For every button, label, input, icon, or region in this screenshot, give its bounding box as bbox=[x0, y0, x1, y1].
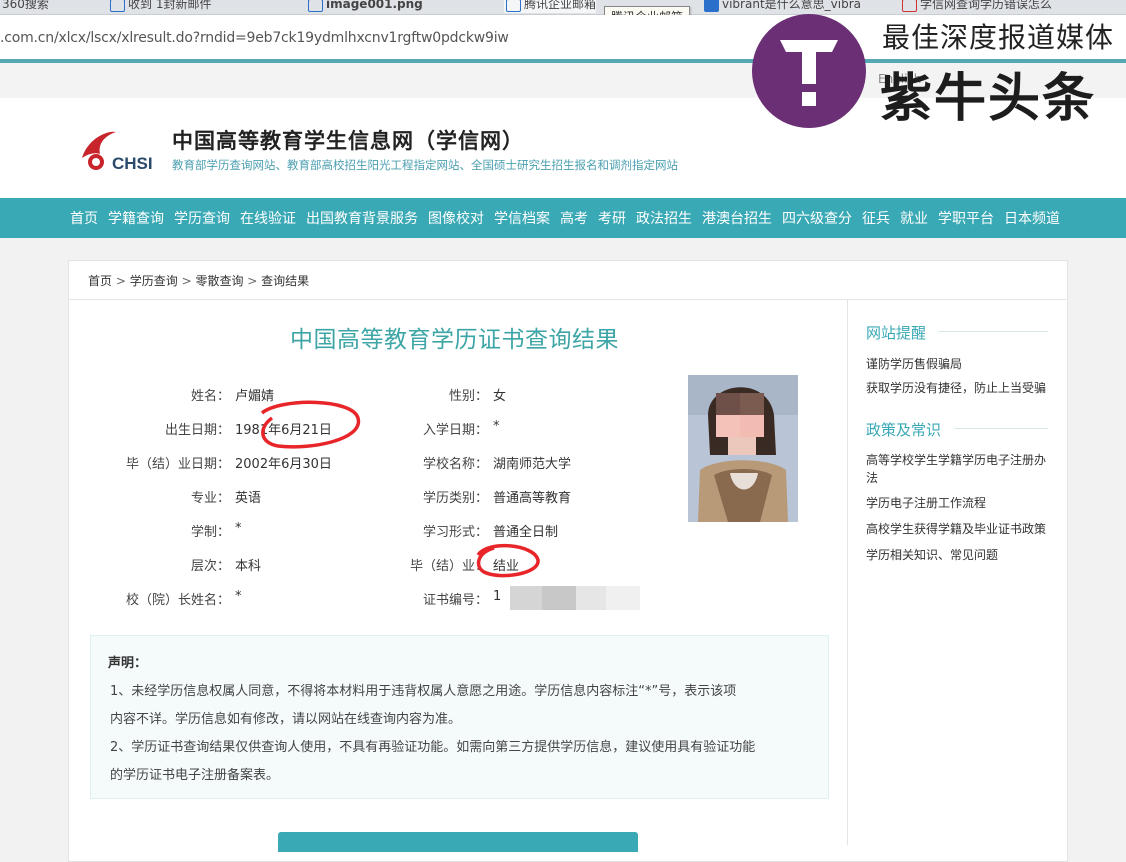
declaration-line: 1、未经学历信息权属人同意，不得将本材料用于违背权属人意愿之用途。学历信息内容标… bbox=[110, 684, 737, 699]
nav-item-japan[interactable]: 日本频道 bbox=[1004, 208, 1060, 228]
nav-item-law[interactable]: 政法招生 bbox=[636, 208, 692, 228]
redacted-certificate-number bbox=[510, 586, 640, 610]
declaration-title: 声明： bbox=[108, 656, 148, 671]
nav-item-photo[interactable]: 图像校对 bbox=[428, 208, 484, 228]
sidebar-link[interactable]: 获取学历没有捷径，防止上当受骗 bbox=[866, 379, 1046, 396]
field-label: 学制： bbox=[190, 525, 230, 540]
mail-icon bbox=[506, 0, 521, 12]
nav-item-career[interactable]: 学职平台 bbox=[938, 208, 994, 228]
browser-tab[interactable]: 学信网查询学历错误怎么 bbox=[900, 0, 1052, 13]
field-label: 学习形式： bbox=[422, 525, 488, 540]
breadcrumb-item[interactable]: 学历查询 bbox=[130, 274, 178, 288]
student-photo bbox=[688, 375, 798, 522]
sidebar-divider bbox=[847, 300, 848, 845]
field-label: 学校名称： bbox=[422, 457, 488, 472]
field-value: * bbox=[493, 419, 500, 434]
field-label: 学历类别： bbox=[422, 491, 488, 506]
field-label: 证书编号： bbox=[422, 593, 488, 608]
breadcrumb-separator: > bbox=[247, 274, 262, 288]
sidebar-link[interactable]: 学历电子注册工作流程 bbox=[866, 494, 986, 511]
field-value: 英语 bbox=[235, 491, 262, 506]
dictionary-icon bbox=[704, 0, 719, 12]
browser-tab-bar: 360搜索 收到 1封新邮件 image001.png 腾讯企业邮箱 vibra… bbox=[0, 0, 1126, 15]
nav-item-abroad[interactable]: 出国教育背景服务 bbox=[306, 208, 418, 228]
browser-tab[interactable]: 360搜索 bbox=[0, 0, 49, 13]
field-label: 姓名： bbox=[190, 389, 230, 404]
nav-item-cet[interactable]: 四六级查分 bbox=[782, 208, 852, 228]
nav-item-gaokao[interactable]: 高考 bbox=[560, 208, 588, 228]
field-value: 2002年6月30日 bbox=[235, 457, 332, 472]
declaration-line: 2、学历证书查询结果仅供查询人使用，不具有再验证功能。如需向第三方提供学历信息，… bbox=[110, 740, 756, 755]
site-title: 中国高等教育学生信息网（学信网） bbox=[172, 128, 524, 153]
action-button[interactable] bbox=[278, 832, 638, 852]
sidebar-link[interactable]: 高校学生获得学籍及毕业证书政策 bbox=[866, 520, 1046, 537]
browser-tab[interactable]: 收到 1封新邮件 bbox=[108, 0, 211, 13]
site-subtitle: 教育部学历查询网站、教育部高校招生阳光工程指定网站、全国硕士研究生招生报名和调剂… bbox=[172, 158, 678, 172]
divider bbox=[68, 299, 1066, 300]
breadcrumb-separator: > bbox=[115, 274, 130, 288]
sidebar-heading-policy: 政策及常识 bbox=[866, 421, 942, 439]
field-value: * bbox=[235, 521, 242, 536]
nav-item-home[interactable]: 首页 bbox=[70, 208, 98, 228]
nav-item-jobs[interactable]: 就业 bbox=[900, 208, 928, 228]
nav-item-archive[interactable]: 学信档案 bbox=[494, 208, 550, 228]
nav-item-kaoyan[interactable]: 考研 bbox=[598, 208, 626, 228]
nav-item-enrollment[interactable]: 学籍查询 bbox=[108, 208, 164, 228]
field-value: 湖南师范大学 bbox=[493, 457, 572, 472]
sidebar-link[interactable]: 法 bbox=[866, 469, 878, 486]
field-value: 普通全日制 bbox=[493, 525, 559, 540]
field-label: 入学日期： bbox=[422, 423, 488, 438]
sidebar-rule bbox=[954, 428, 1048, 429]
breadcrumb-separator: > bbox=[181, 274, 196, 288]
sidebar-rule bbox=[938, 331, 1048, 332]
field-label: 专业： bbox=[190, 491, 230, 506]
nav-item-verify[interactable]: 在线验证 bbox=[240, 208, 296, 228]
breadcrumb: 首页 > 学历查询 > 零散查询 > 查询结果 bbox=[88, 272, 309, 289]
field-label: 出生日期： bbox=[164, 423, 230, 438]
watermark-tagline: 最佳深度报道媒体 bbox=[882, 21, 1115, 54]
declaration-line: 内容不详。学历信息如有修改，请以网站在线查询内容为准。 bbox=[110, 712, 462, 727]
watermark-logo-icon bbox=[752, 14, 866, 128]
logo-text: CHSI bbox=[112, 154, 153, 173]
result-title: 中国高等教育学历证书查询结果 bbox=[290, 327, 619, 353]
url-text[interactable]: .com.cn/xlcx/lscx/xlresult.do?rndid=9eb7… bbox=[0, 30, 509, 46]
field-label: 校（院）长姓名： bbox=[125, 593, 230, 608]
field-label: 性别： bbox=[448, 389, 488, 404]
field-value: 女 bbox=[493, 389, 507, 404]
main-nav: 首页 学籍查询 学历查询 在线验证 出国教育背景服务 图像校对 学信档案 高考 … bbox=[0, 198, 1126, 238]
field-value: 1 bbox=[493, 589, 502, 604]
nav-item-hmt[interactable]: 港澳台招生 bbox=[702, 208, 772, 228]
breadcrumb-item[interactable]: 首页 bbox=[88, 274, 112, 288]
field-value: 1981年6月21日 bbox=[235, 423, 332, 438]
field-label: 层次： bbox=[190, 559, 230, 574]
site-icon bbox=[902, 0, 917, 12]
field-value: 结业 bbox=[493, 559, 520, 574]
image-icon bbox=[308, 0, 323, 12]
browser-tab[interactable]: image001.png bbox=[306, 0, 423, 13]
sidebar-link[interactable]: 高等学校学生学籍学历电子注册办 bbox=[866, 451, 1046, 468]
sidebar-heading-reminder: 网站提醒 bbox=[866, 324, 927, 342]
watermark-brand: 紫牛头条 bbox=[880, 69, 1097, 129]
field-value: 普通高等教育 bbox=[493, 491, 572, 506]
field-label: 毕（结）业日期： bbox=[125, 457, 230, 472]
sidebar-link[interactable]: 谨防学历售假骗局 bbox=[866, 355, 962, 372]
nav-item-army[interactable]: 征兵 bbox=[862, 208, 890, 228]
field-value: 本科 bbox=[235, 559, 262, 574]
browser-tab-active[interactable]: 腾讯企业邮箱 bbox=[504, 0, 597, 13]
breadcrumb-item: 查询结果 bbox=[261, 274, 310, 288]
mail-icon bbox=[110, 0, 125, 12]
watermark-ox-icon bbox=[780, 40, 838, 106]
nav-item-degree[interactable]: 学历查询 bbox=[174, 208, 230, 228]
browser-tab[interactable]: vibrant是什么意思_vibra bbox=[702, 0, 861, 13]
sidebar-link[interactable]: 学历相关知识、常见问题 bbox=[866, 546, 998, 563]
declaration-line: 的学历证书电子注册备案表。 bbox=[110, 768, 280, 783]
field-value: * bbox=[235, 589, 242, 604]
field-label: 毕（结）业： bbox=[409, 559, 488, 574]
field-value: 卢媚婧 bbox=[235, 389, 275, 404]
breadcrumb-item[interactable]: 零散查询 bbox=[195, 274, 243, 288]
